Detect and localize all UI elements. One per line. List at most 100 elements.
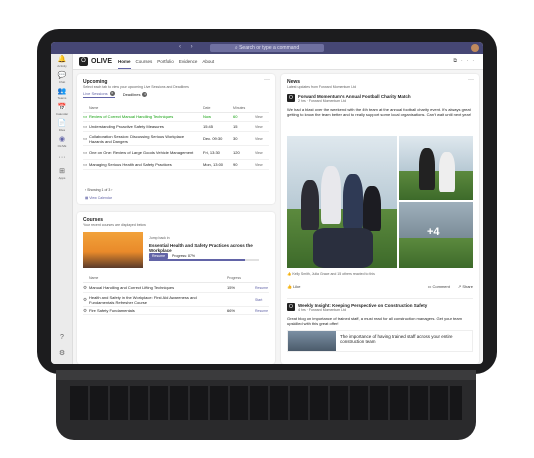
app-name: OLIVE: [91, 58, 113, 65]
view-button[interactable]: View: [255, 163, 269, 167]
view-button[interactable]: View: [255, 137, 269, 141]
photo-2[interactable]: [399, 136, 473, 200]
table-row[interactable]: ⚙ Health and Safety in the Workplace: Fir…: [83, 293, 269, 307]
session-minutes: 120: [233, 150, 240, 155]
view-calendar-link[interactable]: ▦ View Calendar: [85, 196, 112, 200]
tab-evidence[interactable]: Evidence: [179, 55, 198, 69]
rail-item-chat[interactable]: 💬 Chat: [51, 70, 73, 86]
comment-button[interactable]: ▭ Comment: [428, 284, 450, 289]
post-text: We had a blast over the weekend with the…: [287, 107, 472, 117]
session-name: Collaboration Session: Discussing Seriou…: [89, 133, 185, 144]
tab-portfolio[interactable]: Portfolio: [157, 55, 174, 69]
table-row[interactable]: ⚙ Fire Safety Fundamentals 66% Resume: [83, 307, 269, 315]
table-row[interactable]: ▭ One on One: Review of Large Goods Vehic…: [83, 146, 269, 160]
course-action-button[interactable]: Resume: [255, 286, 269, 290]
more-photos-count: +4: [427, 226, 440, 238]
post-text: Great blog on importance of trained staf…: [287, 316, 462, 326]
link-preview[interactable]: The importance of having trained staff a…: [287, 330, 473, 352]
olive-logo: O: [79, 57, 88, 66]
table-row[interactable]: ⚙ Manual Handling and Correct Lifting Tec…: [83, 283, 269, 293]
table-row[interactable]: ▭ Collaboration Session: Discussing Serio…: [83, 132, 269, 146]
rail-item-label: Chat: [58, 80, 66, 84]
post-time: 2 hrs · Forward Momentum Ltd: [298, 99, 347, 103]
calendar-icon: 📅: [57, 104, 67, 111]
upcoming-subtitle: Select each tab to view your upcoming Li…: [83, 85, 189, 89]
rail-item-label: Files: [58, 128, 66, 132]
session-date: Mon, 13:00: [203, 162, 224, 167]
tab-about[interactable]: About: [202, 55, 214, 69]
rail-item-apps[interactable]: ⊞ Apps: [51, 166, 73, 182]
rail-item-label: OLIVE: [57, 144, 67, 148]
news-post: O Weekly Insight: Keeping Perspective on…: [287, 298, 473, 352]
course-progress: 15%: [227, 285, 236, 290]
post-photo-gallery[interactable]: +4: [287, 136, 473, 268]
bell-icon: 🔔: [57, 56, 67, 63]
featured-course-title[interactable]: Essential Health and Safety Practices ac…: [149, 243, 275, 253]
session-name: Managing Serious Health and Safety Pract…: [89, 162, 172, 167]
more-icon[interactable]: ···: [461, 58, 478, 64]
session-name: Understanding Proactive Safety Measures: [89, 124, 164, 129]
table-row[interactable]: ▭ Managing Serious Health and Safety Prac…: [83, 160, 269, 170]
tab-home[interactable]: Home: [118, 55, 131, 69]
tab-live-sessions[interactable]: Live Sessions 6: [83, 91, 115, 98]
session-date: Fri, 13:30: [203, 150, 220, 155]
more-icon[interactable]: ···: [468, 77, 474, 83]
progress-bar-fill: [149, 259, 245, 261]
view-button[interactable]: View: [255, 151, 269, 155]
rail-item-activity[interactable]: 🔔 Activity: [51, 54, 73, 70]
table-row[interactable]: ▭ Understanding Proactive Safety Measures…: [83, 122, 269, 132]
course-thumbnail[interactable]: [83, 232, 143, 268]
course-name: Manual Handling and Correct Lifting Tech…: [89, 285, 175, 290]
nav-arrows[interactable]: ‹ ›: [179, 44, 197, 50]
share-button[interactable]: ↗ Share: [458, 284, 473, 289]
rail-item-olive[interactable]: ◉ OLIVE: [51, 134, 73, 150]
session-minutes: 90: [233, 162, 238, 167]
jump-back-label: Jump back in: [149, 236, 170, 240]
keyboard: [56, 370, 476, 440]
teams-window: ‹ › ⌕ Search or type a command 🔔 Activity…: [51, 42, 483, 364]
post-actions: 👍 Like ▭ Comment ↗ Share: [287, 284, 473, 289]
upcoming-card: Upcoming ··· Select each tab to view you…: [77, 74, 275, 204]
tab-courses[interactable]: Courses: [136, 55, 153, 69]
session-minutes: 30: [233, 136, 238, 141]
rail-item-more[interactable]: ···: [51, 150, 73, 166]
count-badge: 4: [142, 91, 148, 97]
view-button[interactable]: View: [255, 115, 269, 119]
tab-deadlines[interactable]: Deadlines 4: [123, 91, 148, 98]
courses-subtitle: Your recent courses are displayed below: [83, 223, 146, 227]
rail-item-label: Calendar: [55, 112, 69, 116]
count-badge: 6: [109, 91, 115, 96]
app-rail: 🔔 Activity 💬 Chat 👥 Teams 📅 Calendar 📄 Files ◉ OLIV…: [51, 54, 73, 364]
course-action-button[interactable]: Resume: [255, 309, 269, 313]
rail-settings[interactable]: ⚙: [51, 346, 73, 362]
popout-icon[interactable]: ⧉: [453, 58, 461, 64]
course-progress: 66%: [227, 308, 236, 313]
like-icon: 👍: [287, 272, 292, 276]
view-button[interactable]: View: [255, 125, 269, 129]
title-bar: ‹ › ⌕ Search or type a command: [51, 42, 483, 54]
rail-item-files[interactable]: 📄 Files: [51, 118, 73, 134]
keyboard-keys: [70, 386, 462, 420]
session-minutes: 15: [233, 124, 238, 129]
rail-item-calendar[interactable]: 📅 Calendar: [51, 102, 73, 118]
rail-item-teams[interactable]: 👥 Teams: [51, 86, 73, 102]
rail-help[interactable]: ?: [51, 330, 73, 346]
post-time: 4 hrs · Forward Momentum Ltd: [298, 308, 347, 312]
photo-3-more[interactable]: +4: [399, 202, 473, 268]
rail-item-label: Activity: [57, 64, 67, 68]
course-action-button[interactable]: Start: [255, 298, 269, 302]
pagination[interactable]: ‹ Showing 1 of 3 ›: [85, 188, 112, 192]
photo-main[interactable]: [287, 136, 397, 268]
avatar[interactable]: [471, 44, 479, 52]
search-input[interactable]: ⌕ Search or type a command: [210, 44, 324, 52]
courses-card: Courses Your recent courses are displaye…: [77, 212, 275, 364]
more-icon[interactable]: ···: [264, 77, 270, 83]
like-button[interactable]: 👍 Like: [287, 284, 300, 289]
session-date: Dec. 09:30: [203, 136, 223, 141]
reactions[interactable]: 👍 Kelly Smith, Julia Grace and 15 others…: [287, 272, 375, 276]
link-thumbnail: [288, 331, 337, 351]
table-row[interactable]: ▭ Review of Correct Manual Handling Techn…: [83, 112, 269, 122]
help-icon: ?: [60, 334, 64, 341]
news-post: O Forward Momentum's Annual Football Cha…: [287, 94, 473, 117]
course-name: Health and Safety in the Workplace: Firs…: [89, 294, 197, 305]
